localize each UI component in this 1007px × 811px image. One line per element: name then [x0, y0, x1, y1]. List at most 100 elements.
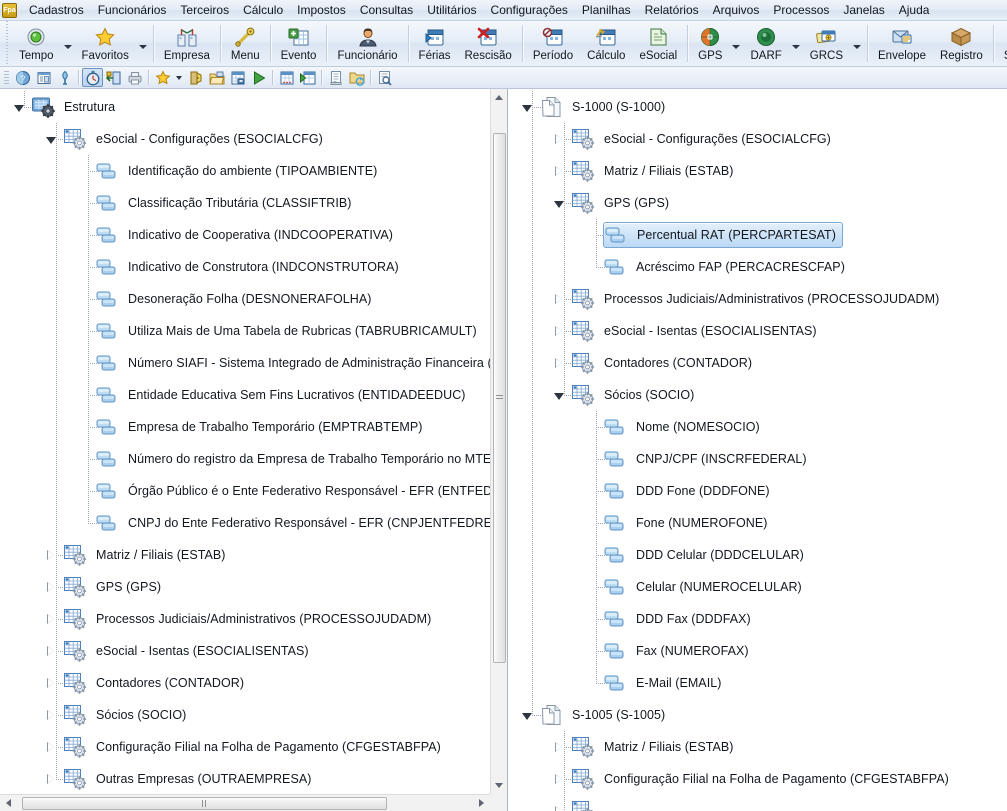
tree-node-content[interactable]: Processos Judiciais/Administrativos (PRO…: [63, 606, 431, 632]
tree-node-content[interactable]: Classificação Tributária (CLASSIFTRIB): [95, 190, 352, 216]
toolbar-dropdown-darf[interactable]: [789, 21, 803, 66]
tree-node[interactable]: DDD Fax (DDDFAX): [508, 603, 1007, 635]
tree-node[interactable]: CNPJ do Ente Federativo Responsável - EF…: [0, 507, 490, 539]
tree-expander-collapsed[interactable]: [552, 357, 565, 370]
horizontal-scroll-thumb[interactable]: [22, 796, 387, 810]
tree-node-content[interactable]: GPS (GPS): [63, 574, 161, 600]
tree-node[interactable]: Classificação Tributária (CLASSIFTRIB): [0, 187, 490, 219]
tree-node-content[interactable]: Estrutura: [31, 94, 115, 120]
tree-node-content[interactable]: Celular (NUMEROCELULAR): [603, 574, 802, 600]
tree-node-content[interactable]: Empresa de Trabalho Temporário (EMPTRABT…: [95, 414, 422, 440]
toolbar-button-menu[interactable]: Menu: [224, 21, 267, 66]
chevron-down-icon[interactable]: [176, 75, 182, 80]
tree-node-content[interactable]: Número do registro da Empresa de Trabalh…: [95, 446, 490, 472]
menu-item-impostos[interactable]: Impostos: [290, 1, 353, 20]
toolbar-icon-grid-play[interactable]: [297, 68, 318, 87]
tree-node-content[interactable]: Configuração Filial na Folha de Pagament…: [571, 766, 949, 792]
toolbar-icon-help-globe[interactable]: ?: [12, 68, 33, 87]
tree-node-content[interactable]: Matriz / Filiais (ESTAB): [571, 158, 733, 184]
tree-node-content[interactable]: Contadores (CONTADOR): [63, 670, 244, 696]
tree-expander-collapsed[interactable]: [552, 805, 565, 811]
toolbar-icon-play-green[interactable]: [248, 68, 269, 87]
menu-item-configura-es[interactable]: Configurações: [484, 1, 575, 20]
toolbar-icon-list-report[interactable]: [33, 68, 54, 87]
tree-node[interactable]: [508, 795, 1007, 811]
tree-node[interactable]: Matriz / Filiais (ESTAB): [508, 155, 1007, 187]
toolbar-button-rescis-o[interactable]: Rescisão: [458, 21, 519, 66]
tree-node-content[interactable]: S-1005 (S-1005): [539, 702, 665, 728]
tree-node-content[interactable]: CNPJ/CPF (INSCRFEDERAL): [603, 446, 807, 472]
menu-item-cadastros[interactable]: Cadastros: [22, 1, 91, 20]
tree-node-content[interactable]: E-Mail (EMAIL): [603, 670, 721, 696]
tree-node-content[interactable]: DDD Fax (DDDFAX): [603, 606, 751, 632]
toolbar-dropdown-tempo[interactable]: [61, 21, 75, 66]
toolbar-button-per-odo[interactable]: Período: [526, 21, 580, 66]
secondary-toolbar-grip-handle[interactable]: [4, 70, 9, 85]
tree-expander-expanded[interactable]: [520, 709, 533, 722]
menu-item-utilit-rios[interactable]: Utilitários: [420, 1, 483, 20]
tree-expander-collapsed[interactable]: [552, 741, 565, 754]
tree-node-content[interactable]: eSocial - Configurações (ESOCIALCFG): [63, 126, 323, 152]
tree-expander-collapsed[interactable]: [552, 325, 565, 338]
tree-node-selected[interactable]: Percentual RAT (PERCPARTESAT): [603, 222, 843, 248]
menu-item-janelas[interactable]: Janelas: [836, 1, 891, 20]
scroll-right-button[interactable]: [473, 795, 490, 811]
tree-expander-collapsed[interactable]: [44, 613, 57, 626]
scroll-up-button[interactable]: [491, 89, 508, 106]
tree-node[interactable]: CNPJ/CPF (INSCRFEDERAL): [508, 443, 1007, 475]
toolbar-button-evento[interactable]: Evento: [274, 21, 324, 66]
tree-node[interactable]: Sócios (SOCIO): [508, 379, 1007, 411]
tree-node-content[interactable]: Configuração Filial na Folha de Pagament…: [63, 734, 441, 760]
tree-node-content[interactable]: Identificação do ambiente (TIPOAMBIENTE): [95, 158, 377, 184]
vertical-scroll-track[interactable]: [491, 106, 508, 777]
tree-node[interactable]: Desoneração Folha (DESNONERAFOLHA): [0, 283, 490, 315]
tree-node-content[interactable]: S-1000 (S-1000): [539, 94, 665, 120]
tree-node[interactable]: Indicativo de Cooperativa (INDCOOPERATIV…: [0, 219, 490, 251]
tree-node-content[interactable]: Sócios (SOCIO): [571, 382, 694, 408]
tree-expander-collapsed[interactable]: [44, 709, 57, 722]
tree-node-content[interactable]: CNPJ do Ente Federativo Responsável - EF…: [95, 510, 490, 536]
menu-item-ajuda[interactable]: Ajuda: [892, 1, 937, 20]
tree-expander-expanded[interactable]: [520, 101, 533, 114]
tree-node-content[interactable]: Entidade Educativa Sem Fins Lucrativos (…: [95, 382, 466, 408]
tree-node[interactable]: Número SIAFI - Sistema Integrado de Admi…: [0, 347, 490, 379]
tree-node[interactable]: Configuração Filial na Folha de Pagament…: [0, 731, 490, 763]
tree-expander-collapsed[interactable]: [44, 645, 57, 658]
toolbar-icon-grid-dots[interactable]: [276, 68, 297, 87]
menu-item-c-lculo[interactable]: Cálculo: [236, 1, 290, 20]
tree-node[interactable]: Número do registro da Empresa de Trabalh…: [0, 443, 490, 475]
tree-node[interactable]: Empresa de Trabalho Temporário (EMPTRABT…: [0, 411, 490, 443]
menu-item-funcion-rios[interactable]: Funcionários: [91, 1, 174, 20]
toolbar-icon-search-doc[interactable]: [374, 68, 395, 87]
tree-node[interactable]: Indicativo de Construtora (INDCONSTRUTOR…: [0, 251, 490, 283]
tree-node[interactable]: eSocial - Configurações (ESOCIALCFG): [0, 123, 490, 155]
tree-node-content[interactable]: Processos Judiciais/Administrativos (PRO…: [571, 286, 939, 312]
toolbar-icon-document[interactable]: [325, 68, 346, 87]
tree-node[interactable]: S-1000 (S-1000): [508, 91, 1007, 123]
tree-node-content[interactable]: Desoneração Folha (DESNONERAFOLHA): [95, 286, 371, 312]
toolbar-button-registro[interactable]: Registro: [933, 21, 990, 66]
tree-expander-collapsed[interactable]: [44, 773, 57, 786]
tree-node[interactable]: Sócios (SOCIO): [0, 699, 490, 731]
tree-node-content[interactable]: Utiliza Mais de Uma Tabela de Rubricas (…: [95, 318, 477, 344]
tree-node-content[interactable]: Indicativo de Construtora (INDCONSTRUTOR…: [95, 254, 399, 280]
menu-item-arquivos[interactable]: Arquivos: [706, 1, 767, 20]
tree-node[interactable]: Contadores (CONTADOR): [0, 667, 490, 699]
tree-node[interactable]: Percentual RAT (PERCPARTESAT): [508, 219, 1007, 251]
tree-node-content[interactable]: Matriz / Filiais (ESTAB): [571, 734, 733, 760]
tree-node[interactable]: Órgão Público é o Ente Federativo Respon…: [0, 475, 490, 507]
toolbar-icon-save-grid[interactable]: [227, 68, 248, 87]
tree-node[interactable]: Processos Judiciais/Administrativos (PRO…: [508, 283, 1007, 315]
menu-item-relat-rios[interactable]: Relatórios: [638, 1, 706, 20]
toolbar-button-esocial[interactable]: eSocial: [632, 21, 684, 66]
toolbar-button-tempo[interactable]: Tempo: [12, 21, 61, 66]
tree-node-content[interactable]: Contadores (CONTADOR): [571, 350, 752, 376]
toolbar-button-gps[interactable]: GPS: [691, 21, 729, 66]
tree-node[interactable]: Outras Empresas (OUTRAEMPRESA): [0, 763, 490, 794]
tree-node-content[interactable]: DDD Fone (DDDFONE): [603, 478, 770, 504]
tree-node-content[interactable]: DDD Celular (DDDCELULAR): [603, 542, 804, 568]
toolbar-icon-star-yellow[interactable]: [152, 68, 173, 87]
tree-expander-expanded[interactable]: [44, 133, 57, 146]
toolbar-icon-print[interactable]: [124, 68, 145, 87]
tree-node-content[interactable]: eSocial - Isentas (ESOCIALISENTAS): [63, 638, 309, 664]
